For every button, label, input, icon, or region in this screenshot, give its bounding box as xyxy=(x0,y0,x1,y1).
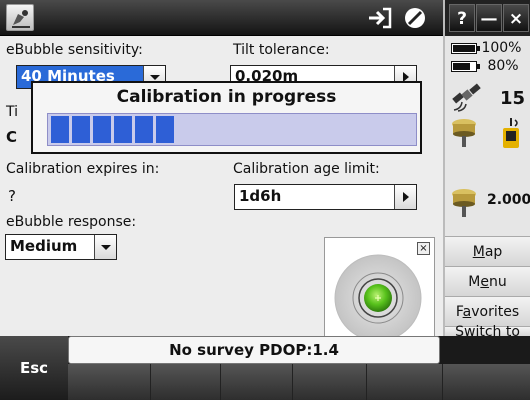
login-arrow-icon[interactable] xyxy=(365,4,395,32)
softkey-divider xyxy=(442,364,443,400)
close-button[interactable]: × xyxy=(503,4,529,32)
progress-segment xyxy=(156,116,174,143)
controller-icon[interactable] xyxy=(498,118,524,154)
softkey-divider xyxy=(220,364,221,400)
ebubble-sensitivity-label: eBubble sensitivity: xyxy=(6,42,143,58)
favorites-button-label: vorites xyxy=(471,304,520,320)
softkey-divider xyxy=(150,364,151,400)
satellite-icon[interactable] xyxy=(451,82,485,116)
map-button-label-underline: M xyxy=(472,244,485,260)
battery-2: 80% xyxy=(451,58,519,74)
favorites-button-label-underline: a xyxy=(462,304,472,320)
gnss-receiver-icon[interactable] xyxy=(451,116,477,152)
antenna-height: 2.000 xyxy=(487,192,530,208)
menu-button[interactable]: Menu xyxy=(445,266,530,296)
ebubble-response-value: Medium xyxy=(10,237,78,255)
status-panel: 100% 80% 15 2.000 Map Menu Favorites Swi… xyxy=(443,36,530,339)
battery-full-icon xyxy=(451,42,480,54)
window-controls: ? — × xyxy=(443,0,530,36)
calibration-dialog-title: Calibration in progress xyxy=(116,87,337,107)
favorites-button-label-pre: F xyxy=(455,304,463,320)
antenna-icon[interactable] xyxy=(451,186,477,222)
esc-button[interactable]: Esc xyxy=(0,336,68,400)
menu-button-label-pre: M xyxy=(468,274,481,290)
obscured-value: C xyxy=(6,128,18,146)
progress-segment xyxy=(93,116,111,143)
progress-segment xyxy=(135,116,153,143)
calibration-age-limit-value: 1d6h xyxy=(239,187,282,205)
calibration-age-limit-label: Calibration age limit: xyxy=(233,161,380,177)
calibration-expires-value: ? xyxy=(8,187,16,205)
calibration-dialog: Calibration in progress xyxy=(31,81,422,154)
softkey-row xyxy=(68,364,530,400)
obscured-label: Ti xyxy=(6,104,19,120)
progress-segment xyxy=(114,116,132,143)
battery-2-percent: 80% xyxy=(487,58,519,74)
ebubble-response-label: eBubble response: xyxy=(6,214,137,230)
help-button[interactable]: ? xyxy=(449,4,475,32)
calibration-progress-bar xyxy=(47,113,417,146)
satellite-count: 15 xyxy=(500,88,526,109)
favorites-button[interactable]: Favorites xyxy=(445,296,530,326)
switch-to-button[interactable]: Switch to xyxy=(445,325,530,339)
battery-1: 100% xyxy=(451,40,521,56)
status-bar: No survey PDOP:1.4 xyxy=(68,336,440,364)
chevron-right-icon[interactable] xyxy=(394,185,416,209)
progress-segment xyxy=(51,116,69,143)
calibration-age-limit-field[interactable]: 1d6h xyxy=(234,184,417,210)
battery-1-percent: 100% xyxy=(481,40,522,56)
calibration-expires-label: Calibration expires in: xyxy=(6,161,160,177)
softkey-divider xyxy=(292,364,293,400)
survey-app-icon[interactable] xyxy=(6,4,34,31)
menu-button-label: nu xyxy=(488,274,507,290)
stop-icon[interactable] xyxy=(400,4,430,32)
tilt-tolerance-label: Tilt tolerance: xyxy=(233,42,330,58)
title-bar xyxy=(0,0,443,36)
chevron-down-icon[interactable] xyxy=(94,235,116,259)
ebubble-widget[interactable]: × xyxy=(324,237,435,338)
map-button[interactable]: Map xyxy=(445,236,530,266)
ebubble-response-select[interactable]: Medium xyxy=(5,234,117,260)
softkey-divider xyxy=(366,364,367,400)
progress-segment xyxy=(72,116,90,143)
minimize-button[interactable]: — xyxy=(476,4,502,32)
screen: ? — × eBubble sensitivity: Tilt toleranc… xyxy=(0,0,530,400)
menu-button-label-underline: e xyxy=(480,274,489,290)
map-button-label: ap xyxy=(484,244,503,260)
battery-icon xyxy=(451,60,480,72)
